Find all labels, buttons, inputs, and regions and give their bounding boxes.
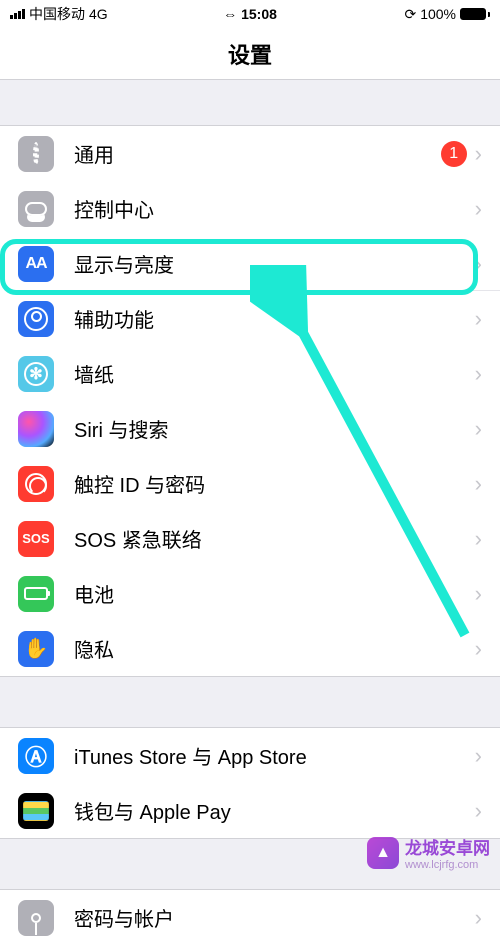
row-label: 显示与亮度 (74, 249, 467, 278)
settings-row-sos[interactable]: SOS SOS 紧急联络 › (0, 511, 500, 566)
settings-row-display-brightness[interactable]: AA 显示与亮度 › (0, 236, 500, 291)
settings-row-accounts[interactable]: 密码与帐户 › (0, 890, 500, 945)
sos-icon: SOS (18, 521, 54, 557)
battery-percent-label: 100% (420, 6, 456, 22)
settings-row-general[interactable]: 通用1 › (0, 126, 500, 181)
battery-icon (460, 8, 490, 20)
network-label: 4G (89, 6, 108, 22)
settings-row-control-center[interactable]: 控制中心 › (0, 181, 500, 236)
battery-icon (18, 576, 54, 612)
appstore-icon: Ⓐ (18, 738, 54, 774)
settings-row-touchid[interactable]: 触控 ID 与密码 › (0, 456, 500, 511)
status-right: ⟳ 100% (404, 6, 490, 23)
row-label: 电池 (74, 579, 467, 608)
row-label: Siri 与搜索 (74, 414, 467, 443)
settings-row-siri-search[interactable]: Siri 与搜索 › (0, 401, 500, 456)
fingerprint-icon (18, 466, 54, 502)
person-circle-icon (18, 301, 54, 337)
settings-row-accessibility[interactable]: 辅助功能 › (0, 291, 500, 346)
status-center: ⇔ 15:08 (223, 6, 277, 22)
watermark-logo-icon: ▲ (367, 837, 399, 869)
chevron-right-icon: › (475, 743, 482, 769)
navbar: 设置 (0, 28, 500, 80)
chevron-right-icon: › (475, 636, 482, 662)
key-icon (18, 900, 54, 936)
status-left: 中国移动 4G (10, 4, 108, 24)
settings-row-battery[interactable]: 电池 › (0, 566, 500, 621)
row-label: 通用 (74, 139, 441, 168)
row-label: 钱包与 Apple Pay (74, 796, 467, 825)
chevron-right-icon: › (475, 798, 482, 824)
flower-icon (18, 356, 54, 392)
watermark-name: 龙城安卓网 (405, 834, 490, 859)
settings-row-privacy[interactable]: ✋ 隐私 › (0, 621, 500, 676)
settings-row-wallet[interactable]: 钱包与 Apple Pay › (0, 783, 500, 838)
settings-group-2: ⒶiTunes Store 与 App Store › 钱包与 Apple Pay › (0, 727, 500, 839)
aa-icon: AA (18, 246, 54, 282)
chevron-right-icon: › (475, 416, 482, 442)
status-bar: 中国移动 4G ⇔ 15:08 ⟳ 100% (0, 0, 500, 28)
hotspot-icon: ⇔ (223, 6, 237, 22)
hand-icon: ✋ (18, 631, 54, 667)
signal-strength-icon (10, 9, 25, 19)
gear-icon (18, 136, 54, 172)
watermark: ▲ 龙城安卓网 www.lcjrfg.com (367, 834, 490, 871)
group-separator (0, 677, 500, 727)
settings-row-itunes[interactable]: ⒶiTunes Store 与 App Store › (0, 728, 500, 783)
chevron-right-icon: › (475, 361, 482, 387)
row-label: iTunes Store 与 App Store (74, 741, 467, 770)
chevron-right-icon: › (475, 526, 482, 552)
row-label: 隐私 (74, 634, 467, 663)
notification-badge: 1 (441, 141, 467, 167)
chevron-right-icon: › (475, 306, 482, 332)
toggle-icon (18, 191, 54, 227)
wallet-icon (18, 793, 54, 829)
time-label: 15:08 (241, 6, 277, 22)
watermark-url: www.lcjrfg.com (405, 859, 490, 871)
chevron-right-icon: › (475, 196, 482, 222)
page-title: 设置 (228, 38, 272, 70)
settings-group-3: 密码与帐户 › (0, 889, 500, 945)
carrier-label: 中国移动 (29, 4, 85, 24)
settings-group-1: 通用1›控制中心›AA显示与亮度›辅助功能›墙纸›Siri 与搜索›触控 ID … (0, 125, 500, 677)
chevron-right-icon: › (475, 471, 482, 497)
row-label: 墙纸 (74, 359, 467, 388)
chevron-right-icon: › (475, 905, 482, 931)
orientation-lock-icon: ⟳ (404, 6, 416, 23)
group-separator (0, 80, 500, 125)
settings-row-wallpaper[interactable]: 墙纸 › (0, 346, 500, 401)
row-label: SOS 紧急联络 (74, 524, 467, 553)
chevron-right-icon: › (475, 141, 482, 167)
row-label: 控制中心 (74, 194, 467, 223)
siri-icon (18, 411, 54, 447)
chevron-right-icon: › (475, 251, 482, 277)
row-label: 密码与帐户 (74, 903, 467, 932)
row-label: 触控 ID 与密码 (74, 469, 467, 498)
row-label: 辅助功能 (74, 304, 467, 333)
chevron-right-icon: › (475, 581, 482, 607)
